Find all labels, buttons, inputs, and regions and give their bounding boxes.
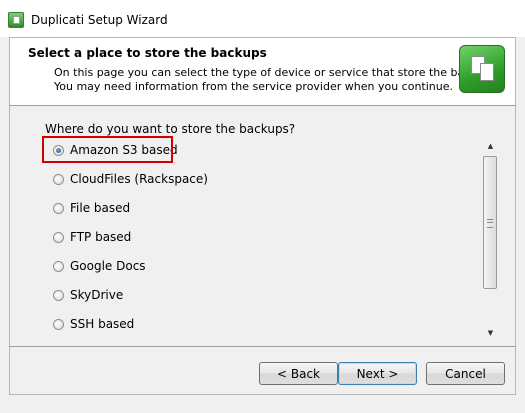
cancel-button[interactable]: Cancel: [426, 362, 505, 385]
radio-unchecked-icon[interactable]: [53, 289, 64, 301]
radio-unchecked-icon[interactable]: [53, 260, 64, 272]
radio-label: SSH based: [70, 317, 135, 331]
radio-unchecked-icon[interactable]: [53, 173, 64, 185]
radio-google-docs[interactable]: Google Docs: [53, 257, 146, 275]
storage-question-label: Where do you want to store the backups?: [45, 122, 296, 136]
radio-cloudfiles[interactable]: CloudFiles (Rackspace): [53, 170, 208, 188]
radio-file-based[interactable]: File based: [53, 199, 130, 217]
wizard-header: Select a place to store the backups On t…: [9, 37, 516, 105]
title-bar[interactable]: Duplicati Setup Wizard: [0, 0, 525, 37]
window-title: Duplicati Setup Wizard: [31, 13, 168, 27]
scrollbar-grip-icon: [487, 219, 493, 228]
selection-highlight-box: [42, 136, 173, 163]
radio-label: SkyDrive: [70, 288, 124, 302]
radio-label: CloudFiles (Rackspace): [70, 172, 208, 186]
scroll-down-arrow-icon[interactable]: ▼: [482, 325, 499, 341]
radio-unchecked-icon[interactable]: [53, 202, 64, 214]
radio-label: File based: [70, 201, 131, 215]
scroll-up-arrow-icon[interactable]: ▲: [482, 138, 499, 154]
storage-options-list: Amazon S3 based CloudFiles (Rackspace) F…: [40, 137, 485, 342]
setup-wizard-window: Duplicati Setup Wizard Select a place to…: [0, 0, 525, 413]
next-button[interactable]: Next >: [338, 362, 417, 385]
radio-ftp-based[interactable]: FTP based: [53, 228, 131, 246]
radio-label: FTP based: [70, 230, 132, 244]
options-scrollbar[interactable]: ▲ ▼: [482, 138, 499, 341]
page-description-line1: On this page you can select the type of …: [54, 66, 500, 79]
document-icon: [480, 63, 494, 81]
radio-label: Google Docs: [70, 259, 146, 273]
back-button[interactable]: < Back: [259, 362, 338, 385]
page-title: Select a place to store the backups: [28, 46, 267, 60]
duplicati-documents-icon: [459, 45, 505, 93]
duplicati-app-icon: [8, 12, 24, 28]
radio-skydrive[interactable]: SkyDrive: [53, 286, 123, 304]
radio-ssh-based[interactable]: SSH based: [53, 315, 134, 333]
radio-unchecked-icon[interactable]: [53, 318, 64, 330]
page-description-line2: You may need information from the servic…: [54, 80, 453, 93]
scrollbar-thumb[interactable]: [483, 156, 497, 289]
radio-unchecked-icon[interactable]: [53, 231, 64, 243]
